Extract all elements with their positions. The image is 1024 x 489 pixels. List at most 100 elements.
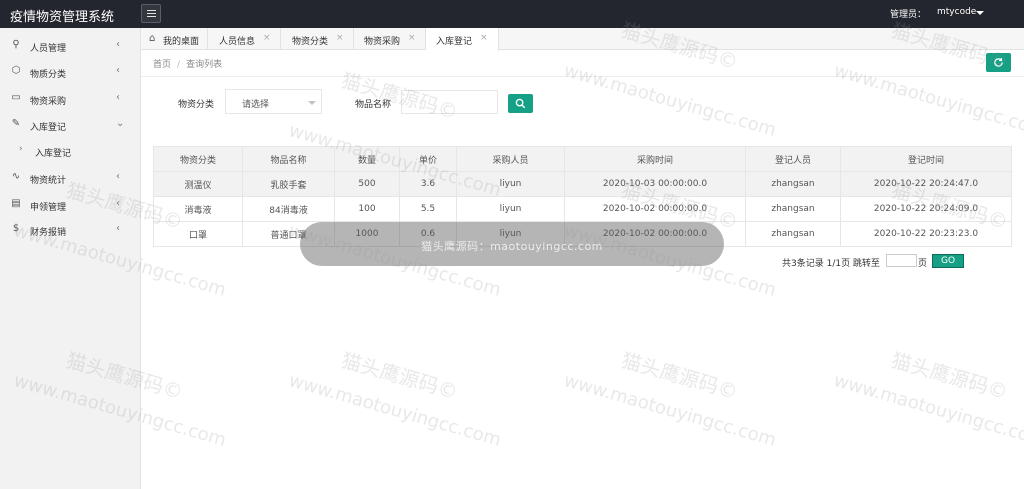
tab-stock-in[interactable]: 入库登记 × xyxy=(426,28,499,51)
caret-down-icon xyxy=(308,101,316,105)
table-cell: 5.5 xyxy=(399,196,457,222)
page-unit-label: 页 xyxy=(918,259,928,269)
table-cell: 2020-10-03 00:00:00.0 xyxy=(564,171,746,197)
sidebar-item-label: 申领管理 xyxy=(30,203,67,213)
watermark: www.maotouyingcc.com xyxy=(561,60,779,141)
sidebar-item-category[interactable]: ⬡ 物质分类 ‹ xyxy=(0,59,141,85)
breadcrumb: 首页 / 查询列表 xyxy=(153,57,222,70)
top-header: 疫情物资管理系统 管理员： mtycode xyxy=(0,0,1024,28)
category-select[interactable]: 请选择 xyxy=(225,89,322,114)
tab-label: 物资分类 xyxy=(292,37,329,47)
menu-toggle-button[interactable] xyxy=(141,4,161,23)
table-cell: 500 xyxy=(334,171,400,197)
table-icon: ▤ xyxy=(11,198,21,209)
column-header[interactable]: 物品名称 xyxy=(242,146,335,172)
chevron-left-icon: ‹ xyxy=(116,223,120,234)
column-header[interactable]: 登记人员 xyxy=(745,146,841,172)
sidebar-item-purchase[interactable]: ▭ 物资采购 ‹ xyxy=(0,86,141,112)
column-header[interactable]: 采购人员 xyxy=(456,146,565,172)
table-cell: 100 xyxy=(334,196,400,222)
table-cell: 2020-10-22 20:24:09.0 xyxy=(840,196,1012,222)
table-header-row: 物资分类 物品名称 数量 单价 采购人员 采购时间 登记人员 登记时间 xyxy=(153,146,1012,172)
username-menu[interactable]: mtycode xyxy=(937,7,976,17)
dollar-icon: $ xyxy=(12,223,20,234)
column-header[interactable]: 采购时间 xyxy=(564,146,746,172)
column-header[interactable]: 单价 xyxy=(399,146,457,172)
go-button[interactable]: GO xyxy=(932,254,964,268)
caret-down-icon[interactable] xyxy=(976,11,984,15)
sidebar-item-label: 人员管理 xyxy=(30,44,67,54)
table-row[interactable]: 消毒液 84消毒液 100 5.5 liyun 2020-10-02 00:00… xyxy=(153,196,1012,222)
category-filter-label: 物资分类 xyxy=(178,100,215,110)
sidebar-item-personnel[interactable]: ⚲ 人员管理 ‹ xyxy=(0,33,141,59)
tab-purchase[interactable]: 物资采购 × xyxy=(354,28,426,50)
sidebar-item-stock-in[interactable]: ✎ 入库登记 ⌄ xyxy=(0,112,141,138)
sidebar-item-finance[interactable]: $ 财务报销 ‹ xyxy=(0,217,141,243)
close-icon[interactable]: × xyxy=(263,33,271,43)
chevron-left-icon: ‹ xyxy=(116,198,120,209)
sidebar-item-label: 物质分类 xyxy=(30,70,67,80)
watermark: www.maotouyingcc.com xyxy=(286,370,504,451)
table-cell: 2020-10-02 00:00:00.0 xyxy=(564,196,746,222)
close-icon[interactable]: × xyxy=(336,33,344,43)
column-header[interactable]: 物资分类 xyxy=(153,146,243,172)
admin-label: 管理员： xyxy=(890,10,927,20)
hamburger-icon xyxy=(147,10,156,11)
table-cell: 乳胶手套 xyxy=(242,171,335,197)
sidebar-item-label: 物资统计 xyxy=(30,176,67,186)
pulse-icon: ∿ xyxy=(11,171,21,182)
truck-icon: ▭ xyxy=(11,92,21,103)
page-jump-input[interactable] xyxy=(886,254,917,267)
refresh-button[interactable] xyxy=(986,53,1011,72)
chevron-left-icon: ‹ xyxy=(116,171,120,182)
search-button[interactable] xyxy=(508,94,533,113)
watermark: 猫头鹰源码© xyxy=(888,347,1011,405)
table-cell: 3.6 xyxy=(399,171,457,197)
table-cell: 消毒液 xyxy=(153,196,243,222)
chevron-down-icon: ⌄ xyxy=(116,118,125,129)
chevron-left-icon: ‹ xyxy=(116,92,120,103)
toast-overlay: 猫头鹰源码：maotouyingcc.com xyxy=(300,222,724,266)
chevron-left-icon: ‹ xyxy=(116,39,120,50)
watermark: www.maotouyingcc.com xyxy=(561,370,779,451)
edit-icon: ✎ xyxy=(11,118,21,129)
table-cell: 测温仪 xyxy=(153,171,243,197)
item-name-label: 物品名称 xyxy=(355,100,392,110)
close-icon[interactable]: × xyxy=(480,33,488,43)
sidebar: ⚲ 人员管理 ‹ ⬡ 物质分类 ‹ ▭ 物资采购 ‹ ✎ 入库登记 ⌄ › 入库… xyxy=(0,28,141,489)
sidebar-item-requisition[interactable]: ▤ 申领管理 ‹ xyxy=(0,192,141,218)
tab-desktop[interactable]: ⌂ 我的桌面 xyxy=(141,28,208,50)
breadcrumb-current: 查询列表 xyxy=(186,60,223,70)
pager-summary: 共3条记录 1/1页 跳转至 xyxy=(782,259,880,269)
tab-label: 入库登记 xyxy=(436,37,473,47)
breadcrumb-home[interactable]: 首页 xyxy=(153,60,171,70)
table-cell: liyun xyxy=(456,171,565,197)
tab-personnel-info[interactable]: 人员信息 × xyxy=(208,28,281,50)
select-value: 请选择 xyxy=(242,100,270,110)
toast-text: 猫头鹰源码：maotouyingcc.com xyxy=(421,240,603,253)
hamburger-line xyxy=(147,13,156,14)
user-icon: ⚲ xyxy=(12,39,20,50)
column-header[interactable]: 登记时间 xyxy=(840,146,1012,172)
chevron-right-icon: › xyxy=(19,144,23,154)
refresh-icon xyxy=(994,58,1003,67)
close-icon[interactable]: × xyxy=(408,33,416,43)
table-cell: 2020-10-22 20:24:47.0 xyxy=(840,171,1012,197)
item-name-input[interactable] xyxy=(401,90,498,114)
tab-category[interactable]: 物资分类 × xyxy=(281,28,354,50)
watermark: www.maotouyingcc.com xyxy=(831,60,1024,141)
home-icon: ⌂ xyxy=(149,33,156,44)
submenu-item-stock-in[interactable]: › 入库登记 xyxy=(0,138,141,164)
watermark: 猫头鹰源码© xyxy=(338,347,461,405)
cube-icon: ⬡ xyxy=(11,65,21,76)
table-cell: 84消毒液 xyxy=(242,196,335,222)
tab-label: 物资采购 xyxy=(364,37,401,47)
table-row[interactable]: 测温仪 乳胶手套 500 3.6 liyun 2020-10-03 00:00:… xyxy=(153,171,1012,197)
hamburger-line xyxy=(147,16,156,17)
sidebar-item-statistics[interactable]: ∿ 物资统计 ‹ xyxy=(0,165,141,191)
divider xyxy=(141,76,1024,77)
table-cell: 2020-10-22 20:23:23.0 xyxy=(840,221,1012,247)
column-header[interactable]: 数量 xyxy=(334,146,400,172)
breadcrumb-separator: / xyxy=(177,60,181,70)
submenu-item-label: 入库登记 xyxy=(35,149,72,159)
